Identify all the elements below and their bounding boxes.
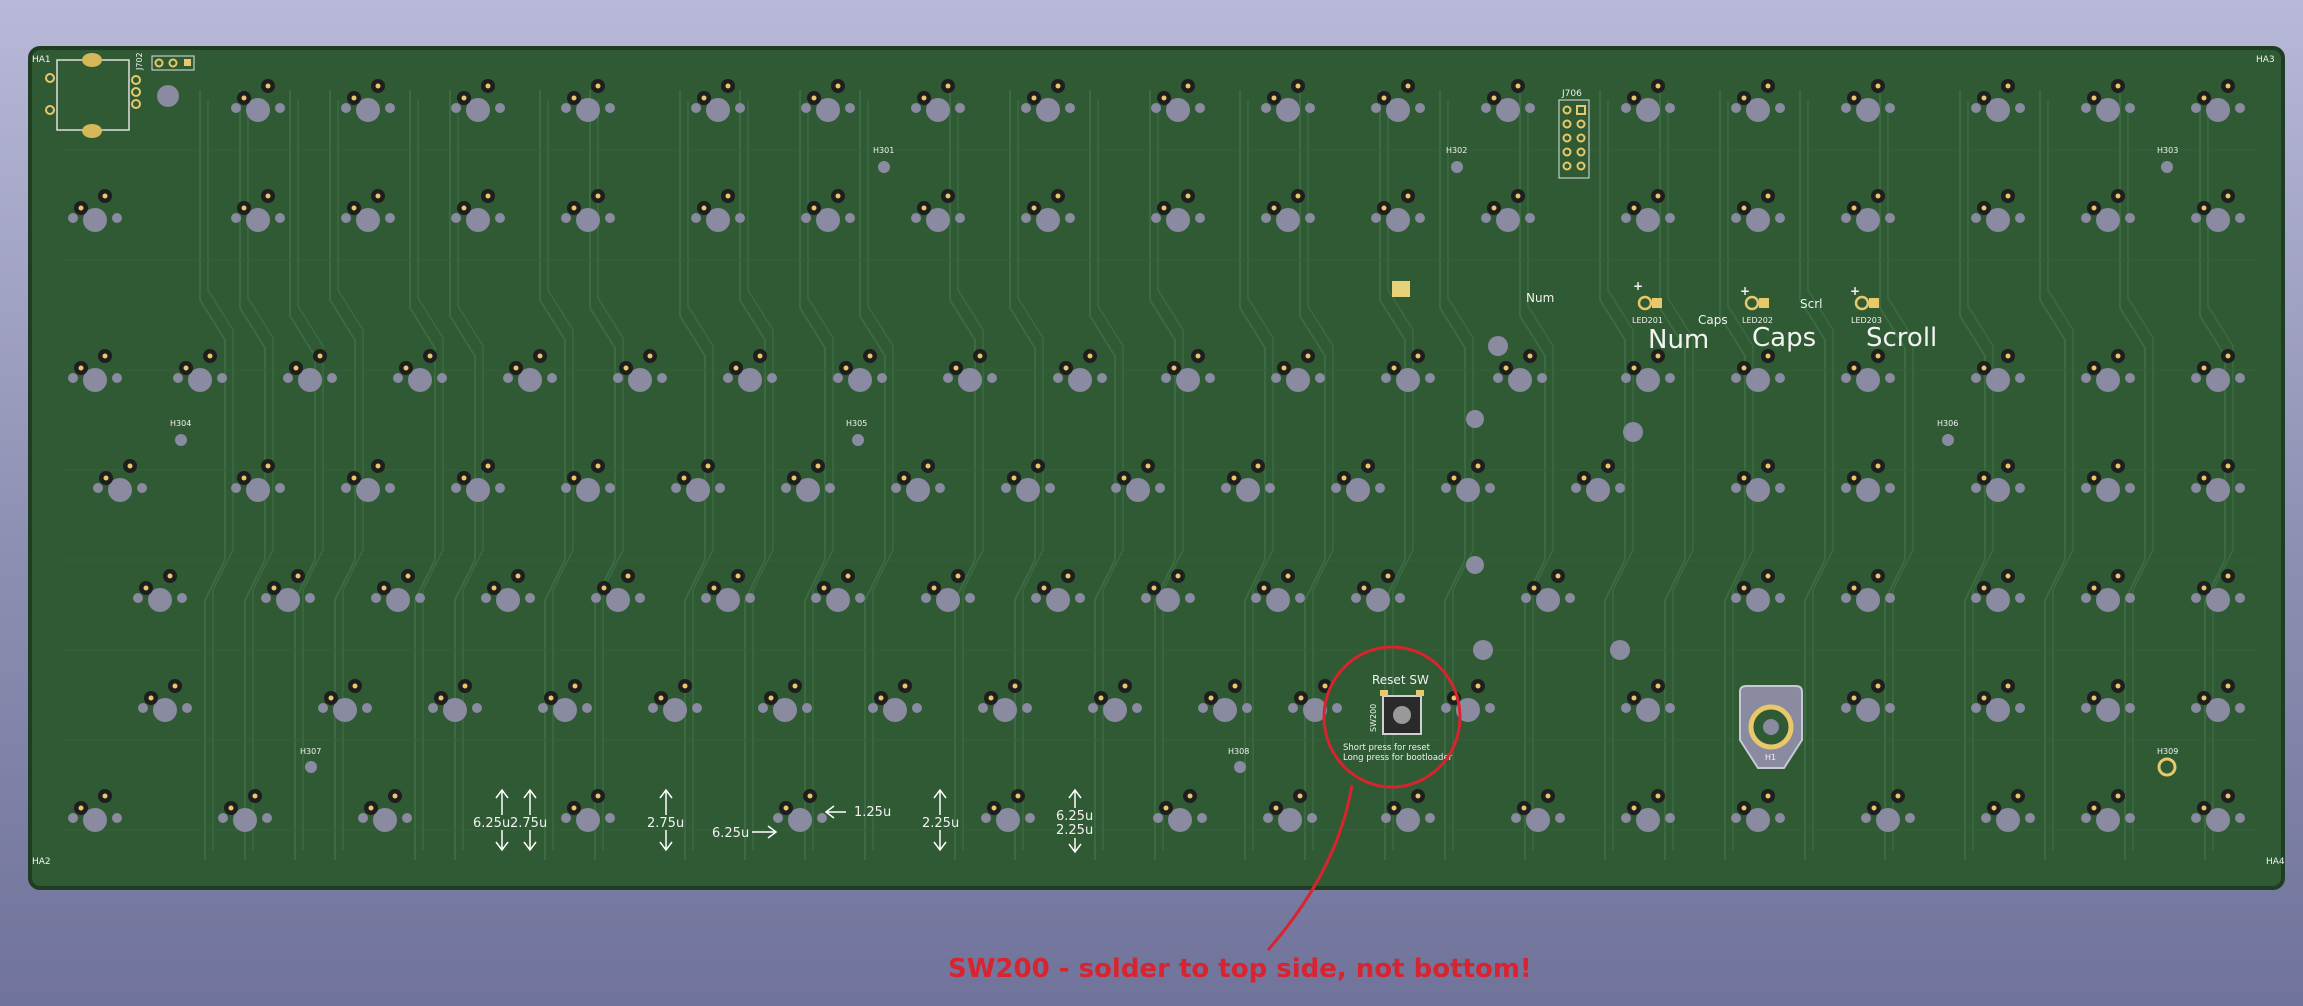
svg-text:H302: H302: [1446, 146, 1467, 155]
svg-text:H306: H306: [1937, 419, 1958, 428]
svg-text:H1: H1: [1765, 753, 1776, 762]
svg-text:H307: H307: [300, 747, 321, 756]
svg-text:+: +: [1850, 284, 1860, 298]
svg-text:6.25u: 6.25u: [473, 816, 510, 831]
corner-label-ha1: HA1: [32, 55, 51, 65]
svg-text:+: +: [1633, 279, 1643, 293]
svg-text:H301: H301: [873, 146, 894, 155]
j702-label: J702: [135, 52, 144, 71]
mounting-hole: [157, 85, 179, 107]
svg-text:+: +: [1740, 284, 1750, 298]
pcb-board: [28, 46, 2285, 890]
led-scrl-small-label: Scrl: [1800, 297, 1822, 311]
mounting-hole: [1488, 336, 1508, 356]
mounting-hole: [1473, 640, 1493, 660]
j706-label: J706: [1561, 89, 1582, 99]
svg-text:H308: H308: [1228, 747, 1249, 756]
reset-line1: Short press for reset: [1343, 743, 1431, 753]
mounting-hole: [1610, 640, 1630, 660]
svg-text:2.25u: 2.25u: [922, 816, 959, 831]
reset-line2: Long press for bootloader: [1343, 753, 1453, 763]
svg-text:2.75u: 2.75u: [510, 816, 547, 831]
led-scroll-label: Scroll: [1866, 323, 1937, 353]
svg-text:H303: H303: [2157, 146, 2178, 155]
led-num-label: Num: [1648, 325, 1709, 355]
led201-label: LED201: [1632, 316, 1663, 325]
test-pad: [1392, 281, 1410, 297]
led-num-small-label: Num: [1526, 291, 1554, 305]
annotation-text: SW200 - solder to top side, not bottom!: [948, 954, 1532, 984]
svg-text:1.25u: 1.25u: [854, 805, 891, 820]
mounting-hole: [1466, 410, 1484, 428]
svg-text:6.25u: 6.25u: [1056, 809, 1093, 824]
led-caps-label: Caps: [1752, 323, 1816, 353]
svg-text:2.25u: 2.25u: [1056, 823, 1093, 838]
reset-title: Reset SW: [1372, 673, 1429, 687]
corner-label-ha4: HA4: [2266, 857, 2285, 867]
svg-text:6.25u: 6.25u: [712, 826, 749, 841]
mounting-hole: [1623, 422, 1643, 442]
svg-text:2.75u: 2.75u: [647, 816, 684, 831]
mounting-hole: [1466, 556, 1484, 574]
svg-text:H305: H305: [846, 419, 867, 428]
reset-ref: SW200: [1369, 704, 1378, 732]
svg-text:H309: H309: [2157, 747, 2178, 756]
svg-text:H304: H304: [170, 419, 191, 428]
corner-label-ha2: HA2: [32, 857, 51, 867]
mounting-hole-h1: H1: [1739, 685, 1803, 769]
corner-label-ha3: HA3: [2256, 55, 2275, 65]
